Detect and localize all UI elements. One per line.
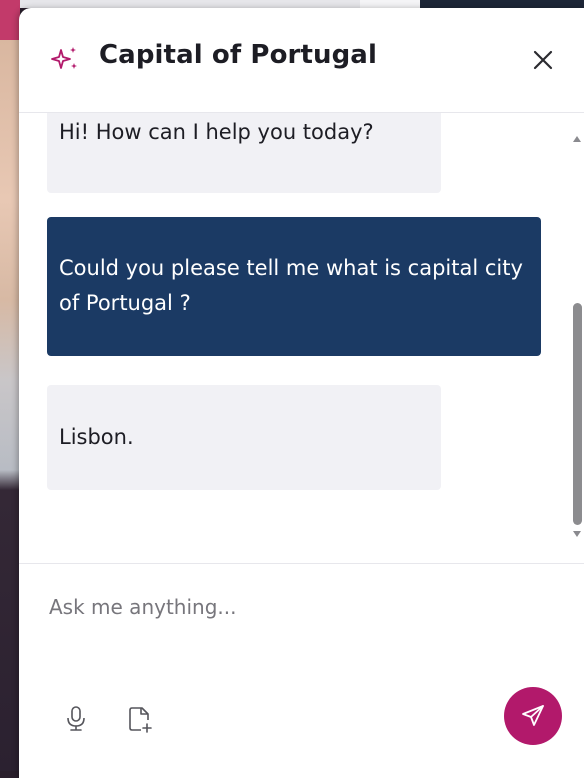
background-top-strip (20, 0, 360, 8)
microphone-icon[interactable] (63, 704, 89, 734)
message-text: Could you please tell me what is capital… (59, 256, 523, 315)
composer (19, 563, 584, 778)
message-text: Hi! How can I help you today? (59, 120, 374, 144)
message-list[interactable]: Hi! How can I help you today? Could you … (19, 113, 584, 563)
send-icon (522, 705, 544, 726)
scroll-down-icon[interactable] (573, 531, 581, 537)
sparkle-icon (51, 47, 77, 69)
chat-header: Capital of Portugal (19, 8, 584, 113)
user-message: Could you please tell me what is capital… (47, 217, 541, 356)
bot-message: Hi! How can I help you today? (47, 113, 441, 193)
chat-title: Capital of Portugal (99, 40, 377, 70)
message-text: Lisbon. (59, 425, 134, 449)
background-top-strip (420, 0, 584, 8)
background-top-strip (360, 0, 420, 8)
send-button[interactable] (504, 687, 562, 745)
chat-panel: Capital of Portugal Hi! How can I help y… (19, 8, 584, 778)
attach-file-icon[interactable] (127, 704, 153, 734)
scrollbar-thumb[interactable] (573, 303, 582, 525)
chat-input[interactable] (47, 586, 531, 628)
bot-message: Lisbon. (47, 385, 441, 490)
close-icon[interactable] (529, 46, 557, 74)
background-left-strip (0, 0, 20, 771)
message-scrollbar[interactable] (570, 128, 584, 548)
scroll-up-icon[interactable] (573, 136, 581, 142)
